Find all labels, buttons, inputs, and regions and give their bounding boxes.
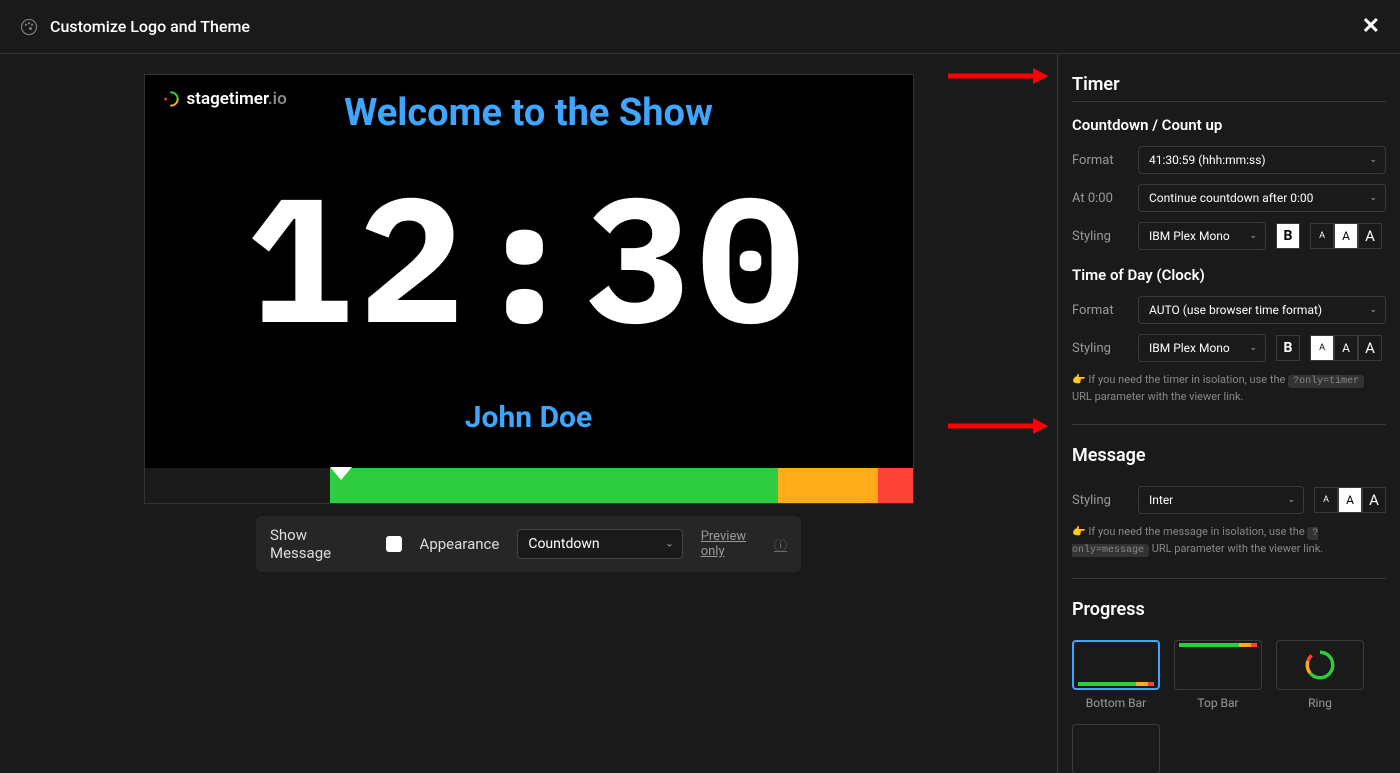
- bold-button[interactable]: B: [1276, 223, 1300, 249]
- preview-only-link[interactable]: Preview only ⓘ: [701, 529, 787, 559]
- appearance-select[interactable]: Countdown ⌄: [517, 529, 682, 559]
- at-zero-select[interactable]: Continue countdown after 0:00 ⌄: [1138, 184, 1386, 212]
- logo: stagetimer.io: [145, 75, 305, 123]
- logo-text: stagetimer.io: [187, 89, 287, 109]
- clock-size-group: A A A: [1310, 335, 1382, 361]
- at-zero-row: At 0:00 Continue countdown after 0:00 ⌄: [1072, 184, 1386, 212]
- header-left: Customize Logo and Theme: [20, 17, 250, 36]
- page-title: Customize Logo and Theme: [50, 17, 250, 36]
- timer-display: 12:30: [145, 170, 913, 345]
- section-divider: [1072, 578, 1386, 579]
- appearance-label: Appearance: [420, 535, 500, 553]
- message-size-group: A A A: [1314, 487, 1386, 513]
- timer-tip: 👉 If you need the timer in isolation, us…: [1072, 372, 1386, 404]
- message-styling-row: Styling Inter ⌄ A A A: [1072, 486, 1386, 514]
- chevron-down-icon: ⌄: [1369, 155, 1377, 165]
- section-divider: [1072, 424, 1386, 425]
- progress-option-bottom-bar[interactable]: Bottom Bar: [1072, 640, 1160, 710]
- progress-option-top-bar[interactable]: Top Bar: [1174, 640, 1262, 710]
- preview-controls: Show Message Appearance Countdown ⌄ Prev…: [256, 516, 801, 572]
- countdown-font-select[interactable]: IBM Plex Mono ⌄: [1138, 222, 1266, 250]
- palette-icon: [20, 18, 38, 36]
- size-medium-button[interactable]: A: [1334, 335, 1358, 361]
- chevron-down-icon: ⌄: [665, 539, 673, 550]
- section-progress-title: Progress: [1072, 599, 1386, 626]
- clock-bold-toggle: B: [1276, 335, 1300, 361]
- chevron-down-icon: ⌄: [1369, 193, 1377, 203]
- size-medium-button[interactable]: A: [1334, 223, 1358, 249]
- timer-preview: stagetimer.io Welcome to the Show 12:30 …: [144, 74, 914, 504]
- progress-options: Bottom Bar Top Bar Ring Hidden: [1072, 640, 1386, 773]
- annotation-arrow: [948, 416, 1048, 436]
- clock-styling-row: Styling IBM Plex Mono ⌄ B A A A: [1072, 334, 1386, 362]
- chevron-down-icon: ⌄: [1249, 231, 1257, 241]
- section-message-title: Message: [1072, 445, 1386, 472]
- clock-format-select[interactable]: AUTO (use browser time format) ⌄: [1138, 296, 1386, 324]
- page-header: Customize Logo and Theme ✕: [0, 0, 1400, 54]
- countdown-heading: Countdown / Count up: [1072, 116, 1386, 134]
- countdown-format-select[interactable]: 41:30:59 (hhh:mm:ss) ⌄: [1138, 146, 1386, 174]
- show-message-checkbox[interactable]: [386, 536, 401, 552]
- bold-button[interactable]: B: [1276, 335, 1300, 361]
- info-icon: ⓘ: [774, 535, 787, 554]
- size-large-button[interactable]: A: [1362, 487, 1386, 513]
- progress-bar: [145, 468, 913, 503]
- chevron-down-icon: ⌄: [1287, 495, 1295, 505]
- countdown-bold-toggle: B: [1276, 223, 1300, 249]
- message-font-select[interactable]: Inter ⌄: [1138, 486, 1304, 514]
- size-small-button[interactable]: A: [1310, 335, 1334, 361]
- size-medium-button[interactable]: A: [1338, 487, 1362, 513]
- show-message-label: Show Message: [270, 526, 368, 562]
- countdown-size-group: A A A: [1310, 223, 1382, 249]
- size-large-button[interactable]: A: [1358, 335, 1382, 361]
- clock-heading: Time of Day (Clock): [1072, 266, 1386, 284]
- progress-option-ring[interactable]: Ring: [1276, 640, 1364, 710]
- settings-sidebar: Timer Countdown / Count up Format 41:30:…: [1057, 54, 1400, 773]
- size-small-button[interactable]: A: [1314, 487, 1338, 513]
- chevron-down-icon: ⌄: [1249, 343, 1257, 353]
- message-tip: 👉 If you need the message in isolation, …: [1072, 524, 1386, 558]
- chevron-down-icon: ⌄: [1369, 305, 1377, 315]
- preview-area: stagetimer.io Welcome to the Show 12:30 …: [0, 54, 1057, 773]
- progress-option-hidden[interactable]: Hidden: [1072, 724, 1160, 773]
- progress-marker: [330, 467, 352, 480]
- annotation-arrow: [948, 66, 1048, 86]
- countdown-styling-row: Styling IBM Plex Mono ⌄ B A A A: [1072, 222, 1386, 250]
- logo-icon: [163, 91, 179, 107]
- section-timer-title: Timer: [1072, 74, 1386, 102]
- main-layout: stagetimer.io Welcome to the Show 12:30 …: [0, 54, 1400, 773]
- close-icon[interactable]: ✕: [1362, 14, 1380, 39]
- clock-font-select[interactable]: IBM Plex Mono ⌄: [1138, 334, 1266, 362]
- countdown-format-row: Format 41:30:59 (hhh:mm:ss) ⌄: [1072, 146, 1386, 174]
- clock-format-row: Format AUTO (use browser time format) ⌄: [1072, 296, 1386, 324]
- size-small-button[interactable]: A: [1310, 223, 1334, 249]
- speaker-name: John Doe: [145, 400, 913, 435]
- size-large-button[interactable]: A: [1358, 223, 1382, 249]
